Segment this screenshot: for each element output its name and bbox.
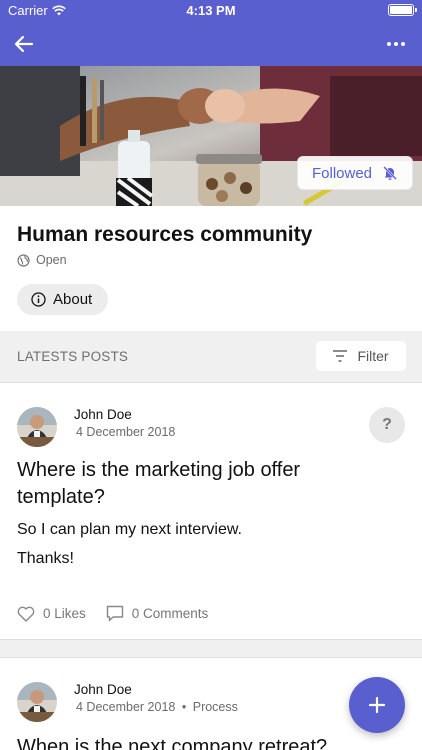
section-title: LATESTS POSTS [17,349,129,364]
followed-button[interactable]: Followed [297,156,413,190]
visibility-label: Open [36,253,67,267]
post-body-line: Thanks! [17,550,74,567]
avatar-photo [17,407,57,447]
comment-icon [106,605,123,622]
bell-off-icon [383,166,397,180]
about-label: About [53,291,93,308]
more-horizontal-icon [387,42,405,46]
like-button[interactable]: 0 Likes [17,606,86,622]
battery-icon [388,4,417,16]
arrow-left-icon [14,35,34,53]
post-category[interactable]: Process [193,700,238,714]
avatar-photo [17,682,57,722]
back-button[interactable] [12,32,36,56]
author-avatar[interactable] [17,407,57,447]
clock: 4:13 PM [186,3,236,18]
question-badge[interactable]: ? [369,407,405,443]
status-bar: Carrier 4:13 PM [0,0,422,22]
post-date: 4 December 2018 [76,425,176,439]
more-button[interactable] [384,32,408,56]
likes-count: 0 Likes [43,606,86,621]
author-name[interactable]: John Doe [74,682,132,697]
app-bar [0,22,422,66]
globe-icon [17,253,30,267]
post-meta: 4 December 2018 • Process [76,700,238,714]
author-avatar[interactable] [17,682,57,722]
meta-separator: • [181,700,187,714]
about-button[interactable]: About [17,284,109,315]
post-body-line: So I can plan my next interview. [17,521,242,538]
filter-button[interactable]: Filter [316,341,406,371]
group-visibility: Open [17,253,67,267]
filter-icon [333,350,348,362]
post-card[interactable]: John Doe 4 December 2018 ? Where is the … [0,382,422,640]
group-title: Human resources community [17,223,313,246]
comment-button[interactable]: 0 Comments [106,605,209,622]
plus-icon [368,696,386,714]
heart-icon [17,606,35,622]
filter-label: Filter [357,348,389,364]
info-icon [31,292,46,307]
post-date: 4 December 2018 [76,700,176,714]
author-name[interactable]: John Doe [74,407,132,422]
followed-label: Followed [311,164,373,182]
post-title[interactable]: When is the next company retreat? [17,734,377,750]
create-post-button[interactable] [349,677,405,733]
post-actions: 0 Likes 0 Comments [17,605,220,622]
comments-count: 0 Comments [131,606,209,621]
post-title[interactable]: Where is the marketing job offer templat… [17,457,317,511]
